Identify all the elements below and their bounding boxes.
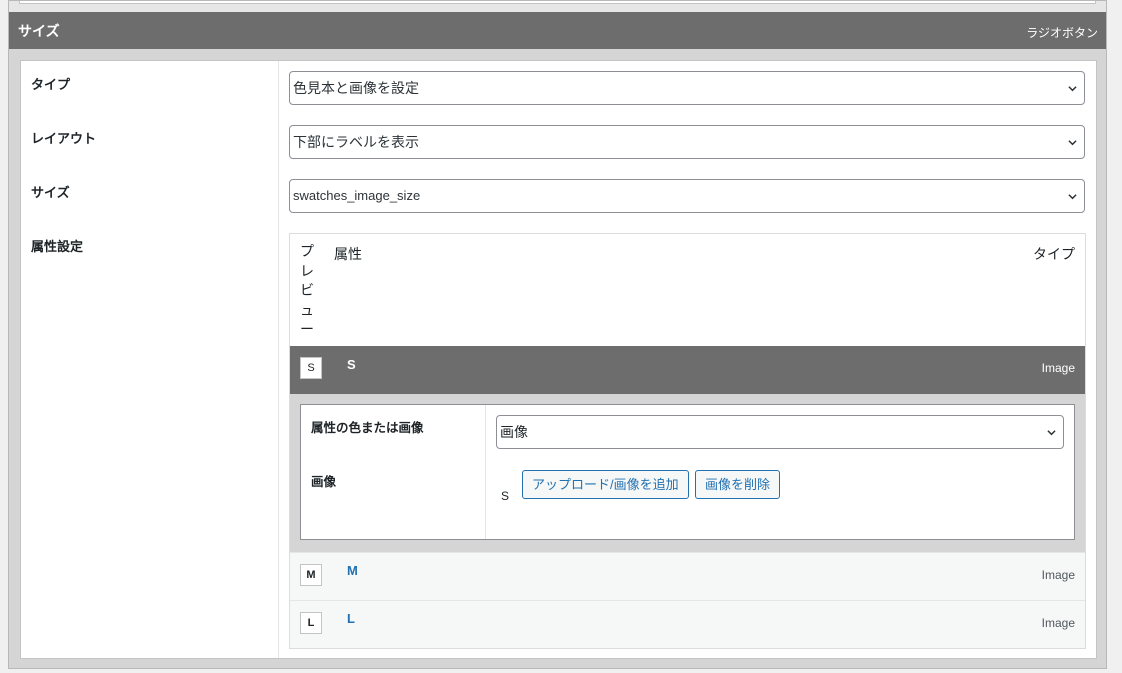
attribute-row-s[interactable]: S S Image [290, 346, 1085, 394]
size-select[interactable]: swatches_image_size [289, 179, 1085, 213]
attribute-detail-s: 属性の色または画像 画像 画像 S アップロード/画像を追加 画像を削除 [290, 394, 1085, 552]
column-header-preview: プレビュー [300, 243, 314, 337]
type-select-value: 色見本と画像を設定 [293, 80, 419, 96]
attribute-type-m: Image [1041, 568, 1075, 582]
color-or-image-label: 属性の色または画像 [311, 421, 424, 435]
image-label: 画像 [311, 475, 337, 489]
size-label: サイズ [31, 185, 70, 200]
attribute-row-m[interactable]: M M Image [290, 552, 1085, 600]
preview-swatch-m: M [300, 564, 322, 586]
layout-label: レイアウト [31, 131, 97, 146]
attribute-settings-label: 属性設定 [31, 239, 84, 254]
column-header-attribute: 属性 [334, 246, 362, 262]
preview-swatch-s: S [300, 357, 322, 379]
image-preview-text: S [501, 489, 510, 503]
preview-swatch-l: L [300, 612, 322, 634]
attribute-name-s[interactable]: S [347, 357, 356, 372]
section-title: サイズ [18, 23, 60, 39]
label-column: タイプ レイアウト サイズ 属性設定 [21, 61, 279, 658]
type-label: タイプ [31, 77, 71, 92]
remove-image-button[interactable]: 画像を削除 [695, 470, 781, 499]
attribute-detail-panel: 属性の色または画像 画像 画像 S アップロード/画像を追加 画像を削除 [300, 404, 1075, 540]
attribute-row-l[interactable]: L L Image [290, 600, 1085, 648]
attribute-settings-frame: サイズ ラジオボタン タイプ レイアウト サイズ 属性設定 色見本と画像を設定 … [8, 0, 1107, 669]
color-or-image-select-value: 画像 [500, 424, 528, 440]
chevron-down-icon [1047, 430, 1056, 436]
color-or-image-select[interactable]: 画像 [496, 415, 1064, 449]
chevron-down-icon [1068, 194, 1077, 200]
layout-select[interactable]: 下部にラベルを表示 [289, 125, 1085, 159]
chevron-down-icon [1068, 86, 1077, 92]
section-type-label: ラジオボタン [1026, 26, 1098, 40]
column-header-type: タイプ [1033, 246, 1075, 262]
attribute-table: プレビュー 属性 タイプ S S Image 属性の色または画像 画像 画像 S… [289, 233, 1086, 649]
detail-label-column: 属性の色または画像 画像 [301, 405, 486, 539]
attribute-name-m[interactable]: M [347, 563, 358, 578]
previous-section-edge [9, 1, 1106, 12]
type-select[interactable]: 色見本と画像を設定 [289, 71, 1085, 105]
size-select-value: swatches_image_size [293, 188, 421, 203]
chevron-down-icon [1068, 140, 1077, 146]
attribute-type-l: Image [1041, 616, 1075, 630]
upload-image-button[interactable]: アップロード/画像を追加 [522, 470, 689, 499]
section-header[interactable]: サイズ ラジオボタン [9, 12, 1106, 49]
attribute-name-l[interactable]: L [347, 611, 355, 626]
layout-select-value: 下部にラベルを表示 [293, 134, 419, 150]
settings-panel: タイプ レイアウト サイズ 属性設定 色見本と画像を設定 下部にラベルを表示 s… [20, 60, 1097, 659]
attribute-type-s: Image [1041, 361, 1075, 375]
